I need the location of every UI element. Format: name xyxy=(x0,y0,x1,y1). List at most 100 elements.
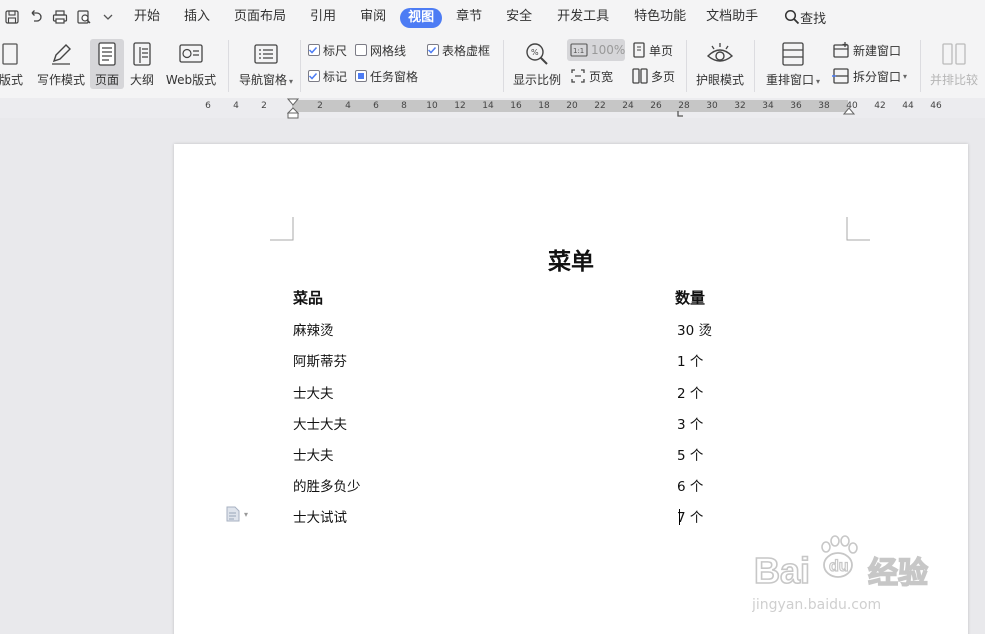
single-page-button[interactable]: 单页 xyxy=(632,41,673,59)
zoom-100-button[interactable]: 1:1 100% xyxy=(567,39,625,61)
ruler-tick-label: 22 xyxy=(594,101,606,111)
table-cell-quantity[interactable]: 7 个 xyxy=(677,506,703,526)
document-icon xyxy=(226,506,240,522)
table-cell-quantity[interactable]: 5 个 xyxy=(677,444,703,464)
multi-page-icon xyxy=(632,68,648,84)
marks-label: 标记 xyxy=(323,69,348,84)
gridlines-check-box[interactable] xyxy=(355,44,367,56)
print-icon[interactable] xyxy=(48,0,72,34)
task-pane-check-box[interactable] xyxy=(355,70,367,82)
tab-review[interactable]: 审阅 xyxy=(360,0,386,34)
web-layout-button[interactable]: Web版式 xyxy=(163,39,219,87)
marks-check-box[interactable] xyxy=(308,70,320,82)
table-cell-dish[interactable]: 士大试试 xyxy=(293,506,347,526)
writing-mode-button[interactable]: 写作模式 xyxy=(34,39,88,87)
horizontal-ruler[interactable]: 6 4 2 2 4 6 8 10 12 14 16 18 20 22 24 26 28 30 32 34 36 38 40 4… xyxy=(0,98,985,120)
undo-icon[interactable] xyxy=(24,0,48,34)
zoom-icon: % xyxy=(524,39,550,69)
search-icon xyxy=(785,9,800,25)
first-line-indent-marker[interactable] xyxy=(287,98,299,120)
table-border-check-box[interactable] xyxy=(427,44,439,56)
writing-mode-label: 写作模式 xyxy=(36,73,85,87)
outline-view-button[interactable]: 大纲 xyxy=(127,39,157,87)
split-window-button[interactable]: 拆分窗口 ▾ xyxy=(832,67,907,85)
right-indent-marker[interactable] xyxy=(843,107,855,116)
ribbon-divider xyxy=(686,40,687,92)
arrange-windows-button[interactable]: 重排窗口 ▾ xyxy=(762,39,824,87)
page-width-label: 页宽 xyxy=(589,69,614,84)
table-cell-quantity[interactable]: 3 个 xyxy=(677,413,703,433)
eye-protection-button[interactable]: 护眼模式 xyxy=(694,39,746,87)
single-page-icon xyxy=(633,42,645,58)
ruler-check-box[interactable] xyxy=(308,44,320,56)
split-window-icon xyxy=(832,68,849,84)
tab-security[interactable]: 安全 xyxy=(506,0,532,34)
tab-view[interactable]: 视图 xyxy=(400,7,443,28)
table-cell-dish[interactable]: 士大夫 xyxy=(293,444,334,464)
print-preview-icon[interactable] xyxy=(72,0,96,34)
navigation-pane-button[interactable]: 导航窗格 ▾ xyxy=(236,39,296,87)
page-width-button[interactable]: 页宽 xyxy=(570,67,613,85)
quick-access-dropdown-icon[interactable] xyxy=(96,0,120,34)
tab-developer-tools[interactable]: 开发工具 xyxy=(557,0,609,34)
table-cell-dish[interactable]: 大士大夫 xyxy=(293,413,347,433)
side-by-side-button: 并排比较 xyxy=(928,39,980,87)
table-cell-dish[interactable]: 阿斯蒂芬 xyxy=(293,350,347,370)
ribbon-divider xyxy=(228,40,229,92)
actual-size-icon: 1:1 xyxy=(570,43,588,57)
ruler-tick-label: 36 xyxy=(790,101,802,111)
ribbon-divider xyxy=(754,40,755,92)
table-cell-quantity[interactable]: 6 个 xyxy=(677,475,703,495)
pen-icon xyxy=(48,39,74,69)
search-label: 查找 xyxy=(800,11,827,27)
ribbon-divider xyxy=(920,40,921,92)
watermark-logo-text-bai: Bai xyxy=(754,550,810,591)
tab-start[interactable]: 开始 xyxy=(134,0,160,34)
chevron-down-icon: ▾ xyxy=(244,509,249,519)
table-cell-dish[interactable]: 的胜多负少 xyxy=(293,475,361,495)
tab-page-layout[interactable]: 页面布局 xyxy=(234,0,286,34)
tab-references[interactable]: 引用 xyxy=(310,0,336,34)
document-title[interactable]: 菜单 xyxy=(174,242,968,276)
marks-checkbox[interactable]: 标记 xyxy=(308,67,347,85)
page-view-label: 页面 xyxy=(94,73,119,87)
save-icon[interactable] xyxy=(0,0,24,34)
ruler-tick-label: 18 xyxy=(538,101,550,111)
multi-page-button[interactable]: 多页 xyxy=(632,67,675,85)
paragraph-handle[interactable]: ▾ xyxy=(226,506,248,522)
arrange-windows-label: 重排窗口 ▾ xyxy=(765,73,821,87)
split-window-label: 拆分窗口 xyxy=(853,69,902,84)
tab-special-features[interactable]: 特色功能 xyxy=(634,0,686,34)
table-cell-quantity[interactable]: 1 个 xyxy=(677,350,703,370)
zoom-button[interactable]: % 显示比例 xyxy=(511,39,563,87)
ruler-tick-label: 30 xyxy=(706,101,718,111)
table-cell-quantity[interactable]: 2 个 xyxy=(677,382,703,402)
tab-chapter[interactable]: 章节 xyxy=(456,0,482,34)
table-virtual-border-checkbox[interactable]: 表格虚框 xyxy=(427,41,490,59)
zoom-value: 100% xyxy=(591,43,626,57)
reading-layout-button[interactable]: 版式 xyxy=(0,39,30,87)
ruler-tick-label: 4 xyxy=(233,101,239,111)
table-cell-dish[interactable]: 麻辣烫 xyxy=(293,319,334,339)
new-window-label: 新建窗口 xyxy=(853,43,902,58)
gridlines-checkbox[interactable]: 网格线 xyxy=(355,41,406,59)
ruler-tick-label: 2 xyxy=(317,101,323,111)
ruler-tick-label: 14 xyxy=(482,101,494,111)
menu-bar: 开始 插入 页面布局 引用 审阅 视图 章节 安全 开发工具 特色功能 文档助手… xyxy=(0,0,985,34)
column-header-quantity[interactable]: 数量 xyxy=(675,287,705,308)
ruler-checkbox[interactable]: 标尺 xyxy=(308,41,347,59)
ruler-tick-label: 6 xyxy=(373,101,379,111)
column-header-dish[interactable]: 菜品 xyxy=(293,287,323,308)
search-button[interactable]: 查找 xyxy=(784,8,826,27)
new-window-button[interactable]: 新建窗口 xyxy=(832,41,901,59)
tab-doc-assistant[interactable]: 文档助手 xyxy=(706,0,758,34)
table-cell-dish[interactable]: 士大夫 xyxy=(293,382,334,402)
task-pane-checkbox[interactable]: 任务窗格 xyxy=(355,67,418,85)
eye-protection-label: 护眼模式 xyxy=(695,73,744,87)
tab-insert[interactable]: 插入 xyxy=(184,0,210,34)
page-view-button[interactable]: 页面 xyxy=(90,39,124,89)
table-cell-quantity[interactable]: 30 烫 xyxy=(677,319,712,339)
tab-stop-marker[interactable] xyxy=(677,110,685,118)
side-by-side-label: 并排比较 xyxy=(929,73,978,87)
outline-label: 大纲 xyxy=(129,73,154,87)
